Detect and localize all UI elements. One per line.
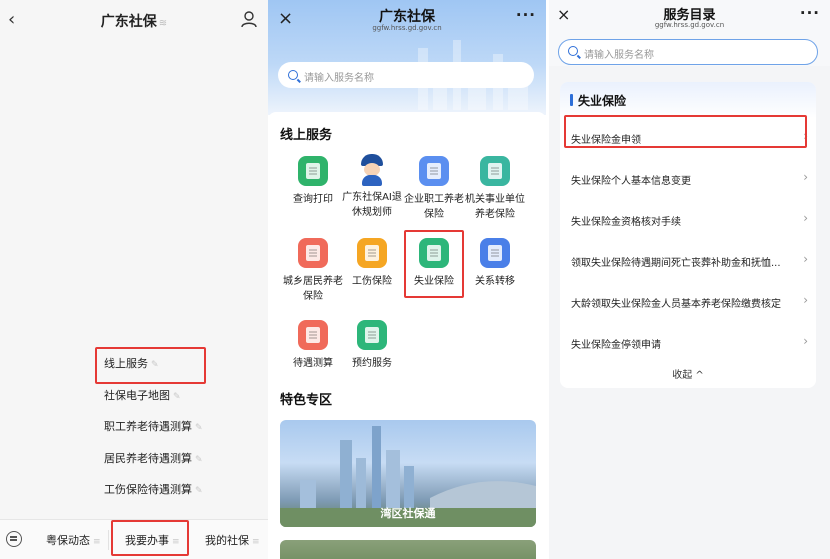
tab-my-social-security[interactable]: 我的社保 ≡ (205, 532, 260, 548)
submenu-label: 职工养老待遇测算 (104, 420, 192, 433)
category-accent-bar (570, 94, 573, 106)
list-item-senior-pension-verify[interactable]: 大龄领取失业保险金人员基本养老保险缴费核定 › (560, 282, 816, 322)
list-item-label: 领取失业保险待遇期间死亡丧葬补助金和抚恤... (571, 258, 781, 269)
chevron-right-icon: › (803, 211, 808, 225)
list-item-label: 失业保险个人基本信息变更 (571, 176, 691, 187)
submenu-item-employee-pension-calc[interactable]: 职工养老待遇测算 ✎ (97, 411, 207, 443)
service-institution-pension[interactable]: 机关事业单位养老保险 (463, 156, 527, 222)
search-icon (568, 46, 578, 56)
highlight-box-online-services (95, 347, 206, 384)
service-label: 机关事业单位养老保险 (465, 194, 525, 220)
p3-header: × 服务目录 ggfw.hrss.gd.gov.cn ··· 请输入服务名称 (549, 0, 830, 66)
menu-icon: ≡ (252, 537, 260, 547)
hero-background: × 广东社保 ggfw.hrss.gd.gov.cn ··· 请输入服务名称 (268, 0, 546, 115)
institution-icon (480, 156, 510, 186)
submenu-label: 居民养老待遇测算 (104, 451, 192, 465)
service-resident-pension[interactable]: 城乡居民养老保险 (281, 238, 345, 304)
appointment-icon (357, 320, 387, 350)
p1-header: ‹ 广东社保 ≋ (0, 0, 268, 40)
tab-news[interactable]: 粤保动态 ≡ (46, 532, 101, 548)
search-placeholder: 请输入服务名称 (584, 50, 654, 61)
title-mark-icon: ≋ (158, 18, 168, 29)
submenu-item-injury-calc[interactable]: 工伤保险待遇测算 ✎ (97, 474, 207, 506)
banner-caption: 湾区社保通 (380, 507, 436, 520)
tab-label: 我的社保 (205, 534, 249, 547)
service-appointment[interactable]: 预约服务 (340, 320, 404, 371)
category-title: 失业保险 (578, 94, 627, 108)
search-placeholder: 请输入服务名称 (304, 73, 374, 84)
category-header: 失业保险 (560, 82, 816, 118)
service-label: 待遇测算 (293, 358, 333, 369)
printer-icon (298, 156, 328, 186)
section-title-online-services: 线上服务 (280, 128, 333, 143)
chevron-right-icon: › (803, 334, 808, 348)
chevron-right-icon: › (803, 252, 808, 266)
panel-service-directory: × 服务目录 ggfw.hrss.gd.gov.cn ··· 请输入服务名称 失… (549, 0, 830, 559)
panel-social-security-home: ‹ 广东社保 ≋ 线上服务 ✎ 社保电子地图 ✎ 职工养老待遇测算 ✎ 居民养老待遇测算… (0, 0, 268, 559)
list-item-stop-benefit[interactable]: 失业保险金停领申请 › (560, 323, 816, 363)
page-domain: ggfw.hrss.gd.gov.cn (654, 21, 725, 29)
banner-secondary[interactable] (280, 540, 536, 559)
edit-icon: ✎ (195, 423, 203, 433)
panel-online-services: × 广东社保 ggfw.hrss.gd.gov.cn ··· 请输入服务名称 线… (268, 0, 546, 559)
resident-icon (298, 238, 328, 268)
pension-icon (419, 156, 449, 186)
list-item-funeral-subsidy[interactable]: 领取失业保险待遇期间死亡丧葬补助金和抚恤... › (560, 241, 816, 281)
highlight-box-unemployment (404, 230, 464, 298)
chevron-right-icon: › (803, 170, 808, 184)
service-ai-retirement-planner[interactable]: 广东社保AI退休规划师 (340, 154, 404, 220)
service-enterprise-pension[interactable]: 企业职工养老保险 (402, 156, 466, 222)
page-title: 广东社保 (379, 9, 435, 25)
tab-divider (108, 530, 109, 550)
more-icon[interactable]: ··· (800, 4, 820, 22)
edit-icon: ✎ (173, 391, 181, 402)
service-relation-transfer[interactable]: 关系转移 (463, 238, 527, 289)
ai-avatar-icon (357, 154, 387, 186)
search-input[interactable]: 请输入服务名称 (278, 62, 534, 88)
list-item-label: 大龄领取失业保险金人员基本养老保险缴费核定 (571, 299, 781, 310)
highlight-box-services-tab (111, 520, 189, 556)
list-item-personal-info-change[interactable]: 失业保险个人基本信息变更 › (560, 159, 816, 199)
transfer-icon (480, 238, 510, 268)
service-label: 城乡居民养老保险 (283, 276, 343, 302)
edit-icon: ✎ (195, 486, 203, 496)
list-item-qualification-check[interactable]: 失业保险金资格核对手续 › (560, 200, 816, 240)
page-title: 广东社保 ≋ (0, 11, 268, 31)
service-work-injury[interactable]: 工伤保险 (340, 238, 404, 289)
keyboard-icon[interactable] (6, 531, 22, 547)
service-label: 查询打印 (293, 194, 333, 205)
banner-bay-area[interactable]: 湾区社保通 (280, 420, 536, 527)
menu-icon: ≡ (93, 537, 101, 547)
section-title-special-zone: 特色专区 (280, 393, 333, 408)
submenu-label: 社保电子地图 (104, 388, 170, 402)
submenu-item-resident-pension-calc[interactable]: 居民养老待遇测算 ✎ (97, 442, 207, 474)
service-label: 预约服务 (352, 358, 392, 369)
tab-label: 粤保动态 (46, 534, 90, 547)
injury-icon (357, 238, 387, 268)
submenu-item-e-map[interactable]: 社保电子地图 ✎ (97, 379, 207, 411)
list-item-label: 失业保险金停领申请 (571, 340, 661, 351)
chevron-right-icon: › (803, 293, 808, 307)
service-benefit-calc[interactable]: 待遇测算 (281, 320, 345, 371)
calculator-icon (298, 320, 328, 350)
list-item-label: 失业保险金资格核对手续 (571, 217, 681, 228)
service-label: 工伤保险 (352, 276, 392, 287)
search-icon (288, 70, 298, 80)
user-icon[interactable] (240, 10, 258, 28)
submenu-label: 工伤保险待遇测算 (104, 483, 192, 496)
service-label: 关系转移 (475, 276, 515, 287)
page-domain: ggfw.hrss.gd.gov.cn (372, 24, 442, 32)
search-input[interactable]: 请输入服务名称 (558, 39, 818, 65)
collapse-button[interactable]: 收起 ^ (560, 366, 816, 381)
service-label: 广东社保AI退休规划师 (342, 192, 402, 218)
edit-icon: ✎ (195, 454, 203, 465)
service-label: 企业职工养老保险 (404, 194, 464, 220)
highlight-box-benefit-claim (564, 115, 807, 148)
service-query-print[interactable]: 查询打印 (281, 156, 345, 207)
more-icon[interactable]: ··· (516, 6, 536, 24)
page-title-text: 广东社保 (100, 14, 157, 30)
